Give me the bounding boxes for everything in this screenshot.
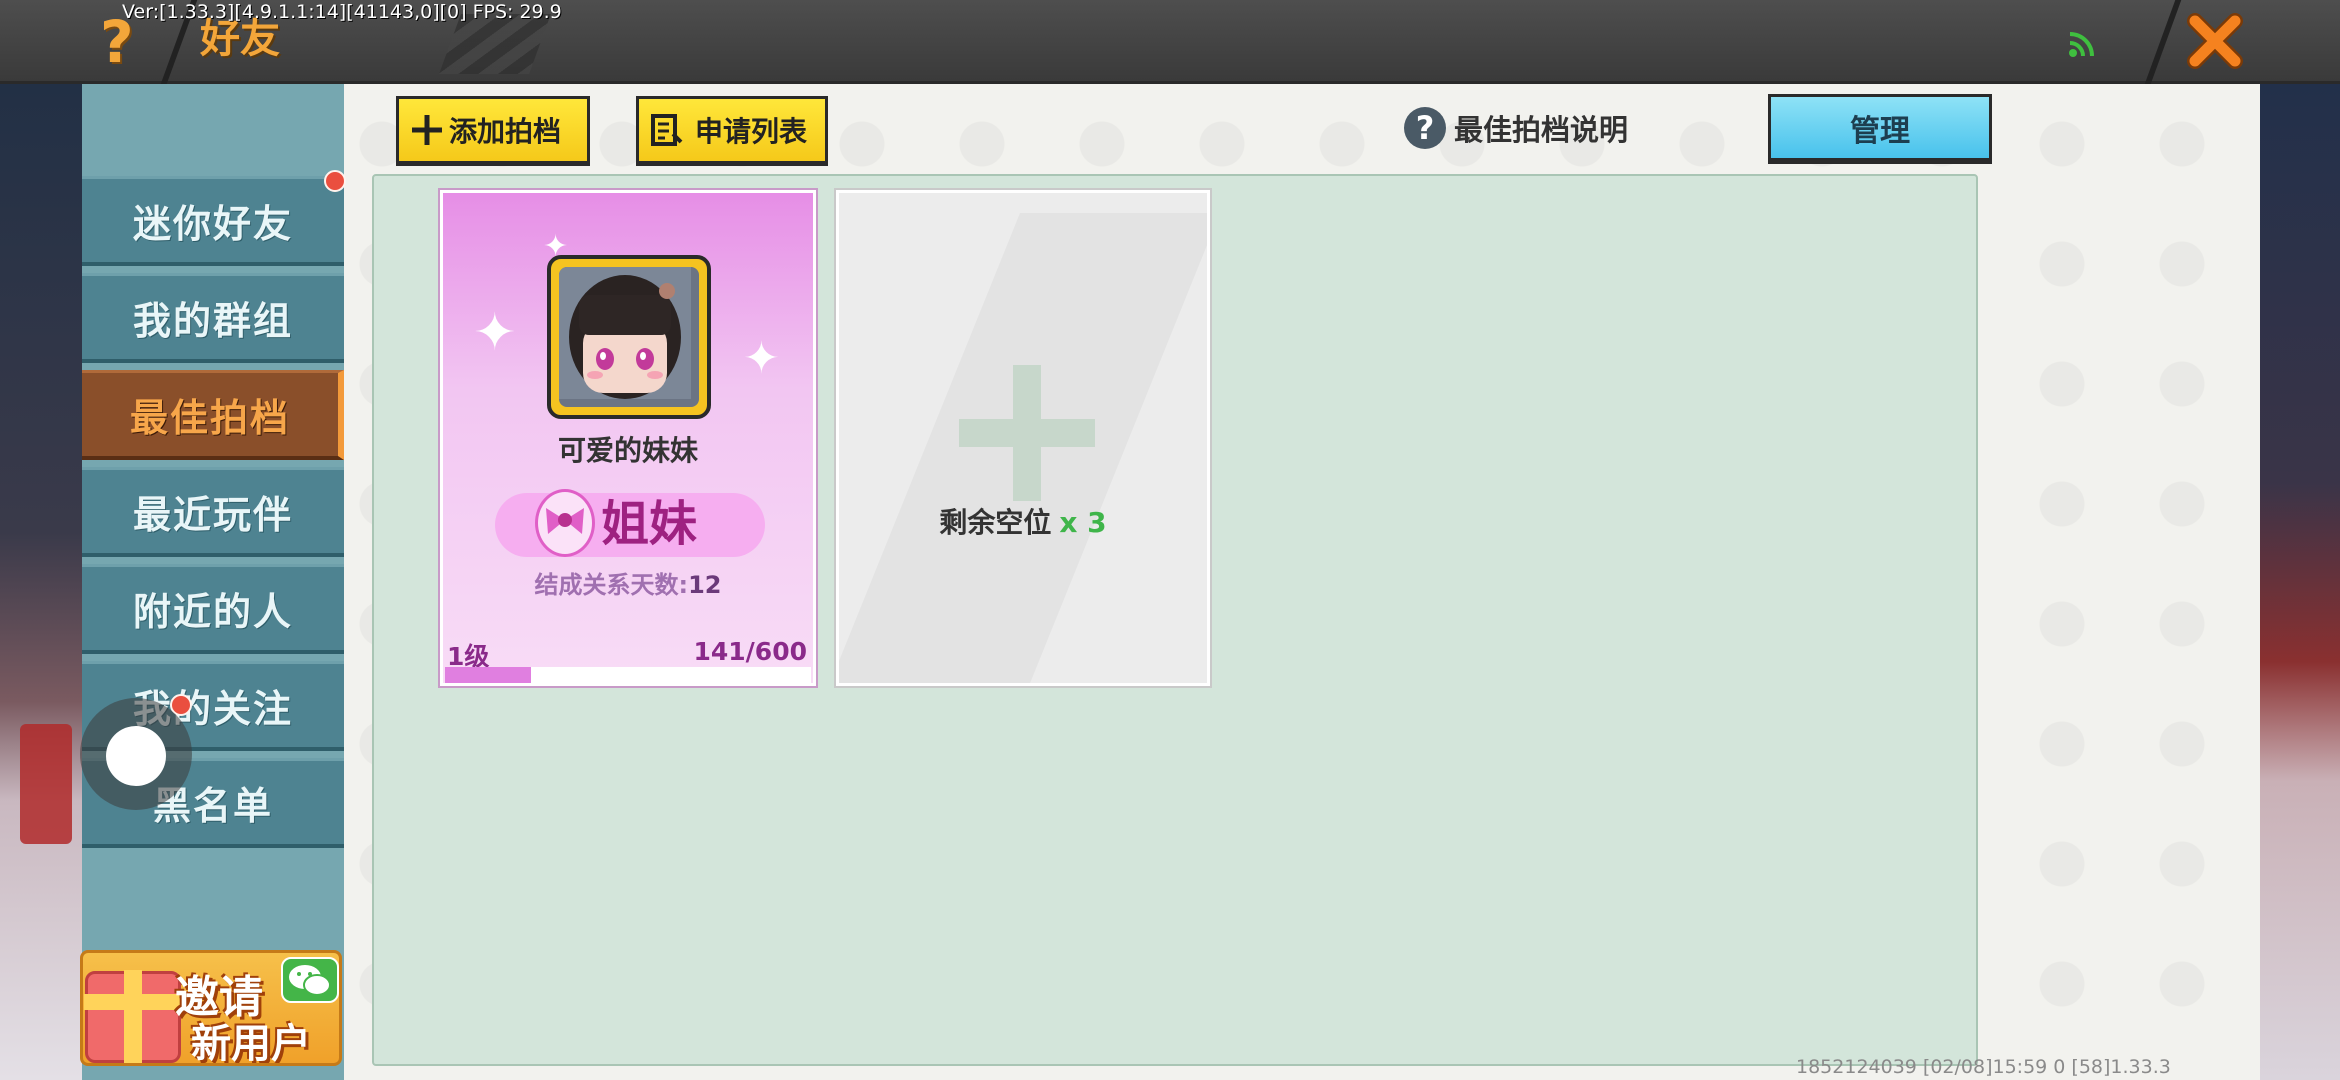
request-list-label: 申请列表 (695, 115, 808, 148)
signal-icon (2066, 28, 2098, 60)
joystick[interactable] (80, 698, 192, 810)
partner-name: 可爱的妹妹 (557, 434, 698, 467)
level-row: 1级 141/600 (447, 637, 807, 671)
progress-text: 141/600 (693, 637, 807, 666)
sidebar-item-label: 迷你好友 (132, 202, 293, 246)
relationship-days: 结成关系天数:12 (443, 565, 813, 600)
level-label: 1级 (447, 642, 490, 671)
footer-info: 1852124039 [02/08]15:59 0 [58]1.33.3 (1796, 1056, 2171, 1078)
sparkle-icon: ✦ (743, 333, 780, 384)
close-icon (2187, 13, 2243, 69)
background-left (0, 84, 82, 1080)
request-list-button[interactable]: 申请列表 (636, 96, 828, 166)
remaining-slots-count: x 3 (1059, 506, 1107, 539)
invite-line2: 新用户 (191, 1021, 311, 1066)
plus-icon (959, 365, 1095, 501)
manage-button[interactable]: 管理 (1768, 94, 1992, 164)
manage-label: 管理 (1850, 113, 1910, 149)
joystick-knob[interactable] (106, 726, 166, 786)
relation-label: 姐妹 (601, 496, 698, 552)
sidebar-item-mini-friends[interactable]: 迷你好友 (82, 176, 344, 266)
question-icon: ? (1404, 107, 1446, 149)
plus-icon (412, 115, 442, 145)
sidebar-item-my-groups[interactable]: 我的群组 (82, 273, 344, 363)
debug-info: Ver:[1.33.3][4.9.1.1:14][41143,0][0] FPS… (122, 1, 562, 23)
avatar-face (559, 267, 699, 407)
divider (2144, 0, 2182, 84)
sidebar-item-label: 最佳拍档 (129, 396, 290, 440)
background-decoration (20, 724, 72, 844)
sidebar-item-label: 最近玩伴 (132, 493, 293, 537)
sidebar-item-label: 附近的人 (132, 590, 293, 634)
list-icon (651, 114, 683, 146)
partner-card[interactable]: ✦ ✦ ✦ 可爱的妹妹 姐妹 结成关系天数:12 1级 141/600 (440, 190, 816, 686)
invite-new-user-banner[interactable]: 邀请 新用户 (80, 950, 342, 1066)
progress-bar (445, 667, 811, 683)
avatar[interactable] (547, 255, 711, 419)
wechat-icon (281, 957, 339, 1003)
sidebar-item-best-partner[interactable]: 最佳拍档 (82, 370, 344, 460)
add-partner-button[interactable]: 添加拍档 (396, 96, 590, 166)
bow-icon (535, 489, 595, 557)
progress-fill (445, 667, 531, 683)
sparkle-icon: ✦ (473, 303, 517, 363)
days-label: 结成关系天数: (534, 571, 689, 599)
remaining-slots-label: 剩余空位 (939, 506, 1052, 539)
add-partner-label: 添加拍档 (449, 115, 562, 148)
notification-dot (324, 170, 346, 192)
remaining-slots: 剩余空位 x 3 (839, 501, 1207, 541)
sidebar-item-nearby[interactable]: 附近的人 (82, 564, 344, 654)
best-partner-help-link[interactable]: ? 最佳拍档说明 (1404, 104, 1628, 152)
close-button[interactable] (2180, 6, 2250, 76)
sidebar-item-recent-players[interactable]: 最近玩伴 (82, 467, 344, 557)
gift-icon (84, 970, 184, 1063)
relation-badge: 姐妹 (495, 489, 765, 557)
days-value: 12 (688, 571, 722, 599)
sidebar-item-label: 我的群组 (132, 299, 293, 343)
background-right (2260, 84, 2340, 1080)
help-link-label: 最佳拍档说明 (1454, 113, 1629, 147)
empty-partner-slot[interactable]: 剩余空位 x 3 (836, 190, 1210, 686)
